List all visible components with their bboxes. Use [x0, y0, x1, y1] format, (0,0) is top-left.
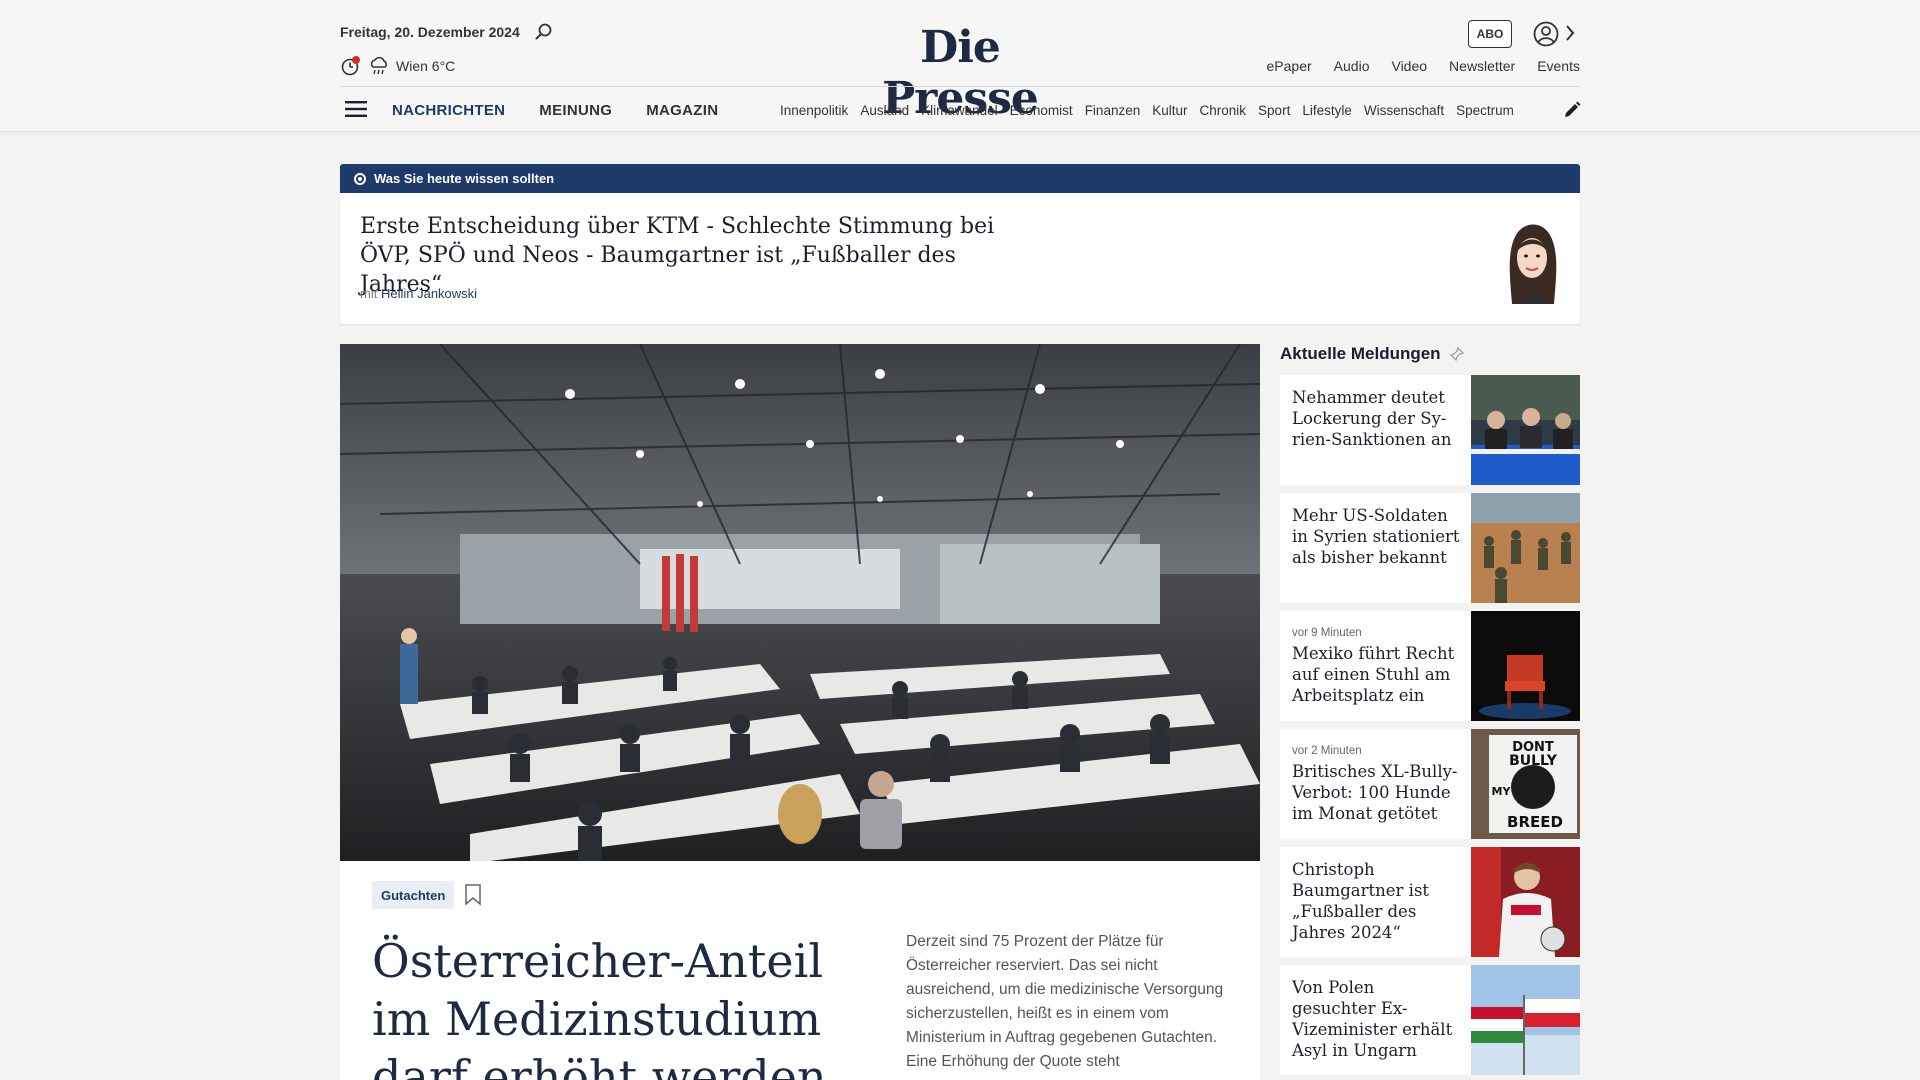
nav-meinung[interactable]: MEINUNG: [539, 102, 612, 119]
sub-nav: Innenpolitik Ausland Klimawandel Economi…: [780, 103, 1540, 118]
thumb-dog-sign: DONT BULLY MY BREED: [1471, 729, 1580, 839]
weather-widget[interactable]: [340, 55, 390, 77]
news-ticker-title: Aktuelle Meldungen: [1280, 344, 1441, 363]
subnav-sport[interactable]: Sport: [1258, 103, 1290, 118]
news-title: Britisches XL-Bully-Verbot: 100 Hunde im…: [1292, 762, 1458, 823]
news-title: Mehr US-Soldaten in Syrien stationiert a…: [1292, 506, 1460, 567]
clock-live-icon: [341, 56, 360, 76]
link-newsletter[interactable]: Newsletter: [1449, 58, 1515, 74]
subnav-finanzen[interactable]: Finanzen: [1085, 103, 1141, 118]
author-portrait: [1509, 224, 1557, 304]
news-title: Christoph Baumgartner ist „Fußballer des…: [1292, 860, 1430, 942]
chevron-right-icon[interactable]: [1564, 24, 1576, 42]
briefing-bar: Was Sie heute wissen sollten: [340, 164, 1580, 193]
live-dot-icon: [354, 172, 366, 185]
subnav-klimawandel[interactable]: Klimawandel: [921, 103, 998, 118]
sign-text-my: MY: [1492, 785, 1512, 798]
site-header: Freitag, 20. Dezember 2024 Wien 6°C Die …: [0, 0, 1920, 132]
article-tag[interactable]: Gutachten: [372, 881, 455, 909]
pencil-icon[interactable]: [1562, 100, 1582, 120]
news-title: Mexiko führt Recht auf einen Stuhl am Ar…: [1292, 644, 1455, 705]
subnav-spectrum[interactable]: Spectrum: [1456, 103, 1514, 118]
weather-label: Wien 6°C: [396, 58, 456, 74]
nav-nachrichten[interactable]: NACHRICHTEN: [392, 102, 505, 119]
news-time: vor 2 Minuten: [1292, 745, 1362, 757]
link-events[interactable]: Events: [1537, 58, 1580, 74]
news-time: vor 9 Minuten: [1292, 627, 1362, 639]
nav-magazin[interactable]: MAGAZIN: [646, 102, 718, 119]
link-video[interactable]: Video: [1391, 58, 1427, 74]
news-ticker-heading: Aktuelle Meldungen: [1280, 344, 1465, 364]
byline-prefix: mit: [360, 286, 378, 301]
subnav-ausland[interactable]: Ausland: [860, 103, 909, 118]
link-epaper[interactable]: ePaper: [1267, 58, 1312, 74]
thumb-soldiers: [1471, 493, 1580, 603]
subnav-kultur[interactable]: Kultur: [1152, 103, 1187, 118]
lead-article[interactable]: Gutachten Österreicher-Anteil im Medizin…: [340, 344, 1260, 1080]
subnav-lifestyle[interactable]: Lifestyle: [1302, 103, 1352, 118]
pin-icon: [1449, 346, 1464, 362]
news-item[interactable]: Von Polen gesuchter Ex-Vizeminister erhä…: [1280, 965, 1580, 1075]
byline-author[interactable]: Hellin Jankowski: [381, 286, 477, 301]
news-item[interactable]: vor 9 Minuten Mexiko führt Recht auf ein…: [1280, 611, 1580, 721]
news-item[interactable]: vor 2 Minuten Britisches XL-Bully-Verbot…: [1280, 729, 1580, 839]
link-audio[interactable]: Audio: [1334, 58, 1370, 74]
lead-headline[interactable]: Österreicher-Anteil im Medizinstudium da…: [372, 932, 852, 1080]
sign-text-bully: BULLY: [1509, 753, 1558, 769]
rain-cloud-icon: [370, 56, 388, 75]
news-item[interactable]: Christoph Baumgartner ist „Fußballer des…: [1280, 847, 1580, 957]
search-icon[interactable]: [534, 22, 554, 42]
thumb-chair: [1471, 611, 1580, 721]
hamburger-menu-icon[interactable]: [345, 100, 367, 118]
nav-divider: [340, 86, 1580, 87]
bookmark-icon[interactable]: [464, 884, 482, 906]
briefing-bar-label: Was Sie heute wissen sollten: [374, 171, 555, 186]
top-links: ePaper Audio Video Newsletter Events: [1267, 58, 1580, 74]
lead-photo-exam-hall[interactable]: [340, 344, 1260, 861]
lead-teaser: Derzeit sind 75 Prozent der Plätze für Ö…: [906, 933, 1224, 1070]
thumb-flags: [1471, 965, 1580, 1075]
subnav-innenpolitik[interactable]: Innenpolitik: [780, 103, 848, 118]
user-account-icon[interactable]: [1532, 20, 1560, 48]
thumb-footballer: [1471, 847, 1580, 957]
abo-button[interactable]: ABO: [1468, 20, 1512, 48]
subnav-chronik[interactable]: Chronik: [1200, 103, 1247, 118]
thumb-press-conference: [1471, 375, 1580, 485]
news-title: Nehammer deutet Lockerung der Sy-rien-Sa…: [1292, 388, 1452, 449]
daily-briefing-card[interactable]: Was Sie heute wissen sollten Erste Entsc…: [340, 164, 1580, 324]
news-item[interactable]: Nehammer deutet Lockerung der Sy-rien-Sa…: [1280, 375, 1580, 485]
briefing-title-line1: Erste Entscheidung über KTM - Schlechte …: [360, 214, 995, 239]
news-item[interactable]: Mehr US-Soldaten in Syrien stationiert a…: [1280, 493, 1580, 603]
subnav-wissenschaft[interactable]: Wissenschaft: [1364, 103, 1444, 118]
subnav-economist[interactable]: Economist: [1010, 103, 1073, 118]
main-nav: NACHRICHTEN MEINUNG MAGAZIN: [392, 102, 718, 119]
news-title: Von Polen gesuchter Ex-Vizeminister erhä…: [1292, 978, 1453, 1060]
briefing-byline: mit Hellin Jankowski: [360, 286, 477, 301]
current-date: Freitag, 20. Dezember 2024: [340, 24, 520, 40]
sign-text-breed: BREED: [1507, 813, 1563, 831]
